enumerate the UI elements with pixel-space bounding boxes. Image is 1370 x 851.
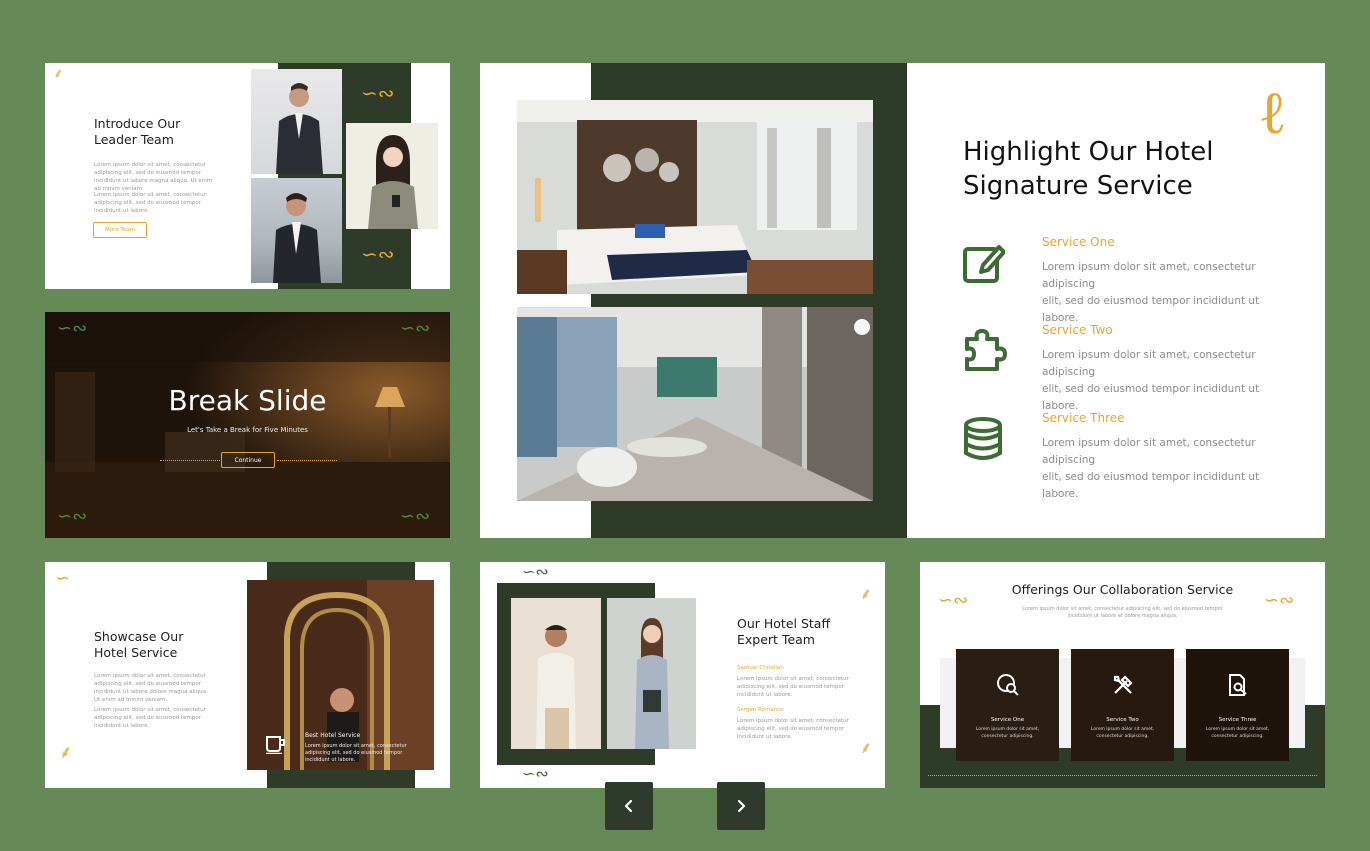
slide-paragraph: Lorem ipsum dolor sit amet, consectetur …	[94, 162, 213, 192]
next-slide-button[interactable]	[717, 782, 765, 830]
chevron-left-icon	[624, 799, 633, 813]
card-text: Lorem ipsum dolor sit amet, consectetur …	[1205, 727, 1270, 739]
swirl-ornament: ∽∾	[57, 506, 88, 527]
staff-photo	[607, 598, 696, 749]
corner-ornament: ⸙	[59, 742, 73, 763]
main-title: Highlight Our Hotel Signature Service	[963, 135, 1213, 203]
puzzle-icon	[965, 329, 1007, 371]
coffee-cup-icon	[266, 736, 285, 754]
service-description: elit, sed do eiusmod tempor incididunt u…	[1042, 471, 1260, 500]
slide-title: Our Hotel Staff Expert Team	[737, 616, 831, 647]
caption-title: Best Hotel Service	[305, 732, 361, 739]
corner-ornament: ∽∾	[522, 764, 549, 783]
card-text: Lorem ipsum dolor sit amet, consectetur …	[1090, 727, 1155, 739]
card-title: Service One	[990, 717, 1025, 723]
swirl-ornament: ∽∾	[361, 81, 395, 105]
divider-line	[928, 775, 1317, 776]
staff-photo	[511, 598, 601, 749]
service-description: Lorem ipsum dolor sit amet, consectetur …	[1042, 437, 1256, 466]
slide-title: Offerings Our Collaboration Service	[1011, 582, 1234, 597]
service-item: Service One Lorem ipsum dolor sit amet, …	[963, 235, 1293, 324]
swirl-ornament: ∽∾	[400, 506, 431, 527]
corner-ornament: ⸙	[860, 738, 873, 757]
card-title: Service Three	[1218, 717, 1257, 723]
corner-ornament: ⸙	[860, 584, 873, 603]
corner-ornament: ∽	[55, 568, 71, 589]
more-team-button[interactable]: More Team	[93, 222, 147, 238]
member-text: Lorem ipsum dolor sit amet, consectetur …	[737, 718, 849, 740]
chevron-right-icon	[737, 799, 746, 813]
service-description: elit, sed do eiusmod tempor incididunt u…	[1042, 295, 1260, 324]
divider-line	[160, 460, 220, 461]
corner-ornament: ∽∾	[522, 562, 549, 581]
caption-text: Lorem ipsum dolor sit amet, consectetur …	[305, 743, 407, 763]
service-card: Service One Lorem ipsum dolor sit amet, …	[956, 649, 1059, 761]
corner-ornament: ⸙	[53, 66, 64, 82]
service-description: Lorem ipsum dolor sit amet, consectetur …	[1042, 261, 1256, 290]
hotel-room-photo	[517, 100, 873, 294]
main-title-line1: Highlight Our Hotel	[963, 137, 1214, 167]
service-item: Service Three Lorem ipsum dolor sit amet…	[963, 411, 1293, 500]
break-subtitle: Let's Take a Break for Five Minutes	[187, 426, 308, 434]
service-title: Service Two	[1042, 323, 1113, 337]
globe-search-icon	[997, 674, 1019, 696]
service-title: Service One	[1042, 235, 1115, 249]
swirl-ornament: ∽∾	[400, 318, 431, 339]
member-name: Samuel Christian	[737, 665, 784, 671]
slide-paragraph: Lorem ipsum dolor sit amet, consectetur …	[94, 673, 208, 703]
slide-title: Introduce Our Leader Team	[94, 116, 181, 147]
service-card: Service Two Lorem ipsum dolor sit amet, …	[1071, 649, 1174, 761]
leader-photo	[251, 178, 342, 283]
tools-icon	[1113, 675, 1133, 694]
slide-paragraph: Lorem ipsum dolor sit amet, consectetur …	[94, 192, 206, 214]
edit-icon	[963, 245, 1005, 283]
slide-title: Showcase Our Hotel Service	[94, 629, 184, 660]
leader-photo	[251, 69, 342, 174]
card-title: Service Two	[1106, 717, 1139, 723]
slide-thumbnail-showcase-service[interactable]: ∽ ⸙ Showcase Our Hotel Service Lorem ips…	[45, 562, 450, 788]
hotel-lobby-photo	[517, 307, 873, 501]
slide-thumbnail-break[interactable]: ∽∾ ∽∾ ∽∾ ∽∾ Break Slide Let's Take a Bre…	[45, 312, 450, 538]
slide-paragraph: Lorem ipsum dolor sit amet, consectetur …	[94, 707, 206, 729]
lounge-background-image	[45, 312, 450, 538]
slide-thumbnail-collaboration[interactable]: ∽∾ ∽∾ Offerings Our Collaboration Servic…	[920, 562, 1325, 788]
break-title: Break Slide	[168, 384, 327, 417]
slide-thumbnail-staff-team[interactable]: ∽∾ ∽∾ ⸙ ⸙ Our Hotel Staff Expert Team Sa…	[480, 562, 885, 788]
member-text: Lorem ipsum dolor sit amet, consectetur …	[737, 676, 849, 698]
corner-ornament: ℓ	[1258, 78, 1287, 148]
bellhop-cart-photo: Best Hotel Service Lorem ipsum dolor sit…	[247, 580, 434, 770]
main-slide-preview: ℓ Highlight Our Hotel Signature Service …	[480, 63, 1325, 538]
divider-line	[277, 460, 337, 461]
service-description: elit, sed do eiusmod tempor incididunt u…	[1042, 383, 1260, 412]
document-search-icon	[1229, 674, 1247, 696]
database-icon	[964, 417, 1002, 460]
swirl-ornament: ∽∾	[57, 318, 88, 339]
slide-subtitle: Lorem ipsum dolor sit amet, consectetur …	[1022, 606, 1223, 619]
member-name: Sergen Romanov	[737, 707, 784, 713]
swirl-ornament: ∽∾	[361, 242, 395, 266]
main-title-line2: Signature Service	[963, 171, 1193, 201]
continue-button[interactable]: Continue	[221, 452, 275, 468]
previous-slide-button[interactable]	[605, 782, 653, 830]
card-text: Lorem ipsum dolor sit amet, consectetur …	[975, 727, 1040, 739]
slide-thumbnail-leader-team[interactable]: ⸙ Introduce Our Leader Team Lorem ipsum …	[45, 63, 450, 289]
service-title: Service Three	[1042, 411, 1125, 425]
service-item: Service Two Lorem ipsum dolor sit amet, …	[963, 323, 1293, 412]
service-description: Lorem ipsum dolor sit amet, consectetur …	[1042, 349, 1256, 378]
leader-photo	[346, 123, 438, 229]
service-card: Service Three Lorem ipsum dolor sit amet…	[1186, 649, 1289, 761]
